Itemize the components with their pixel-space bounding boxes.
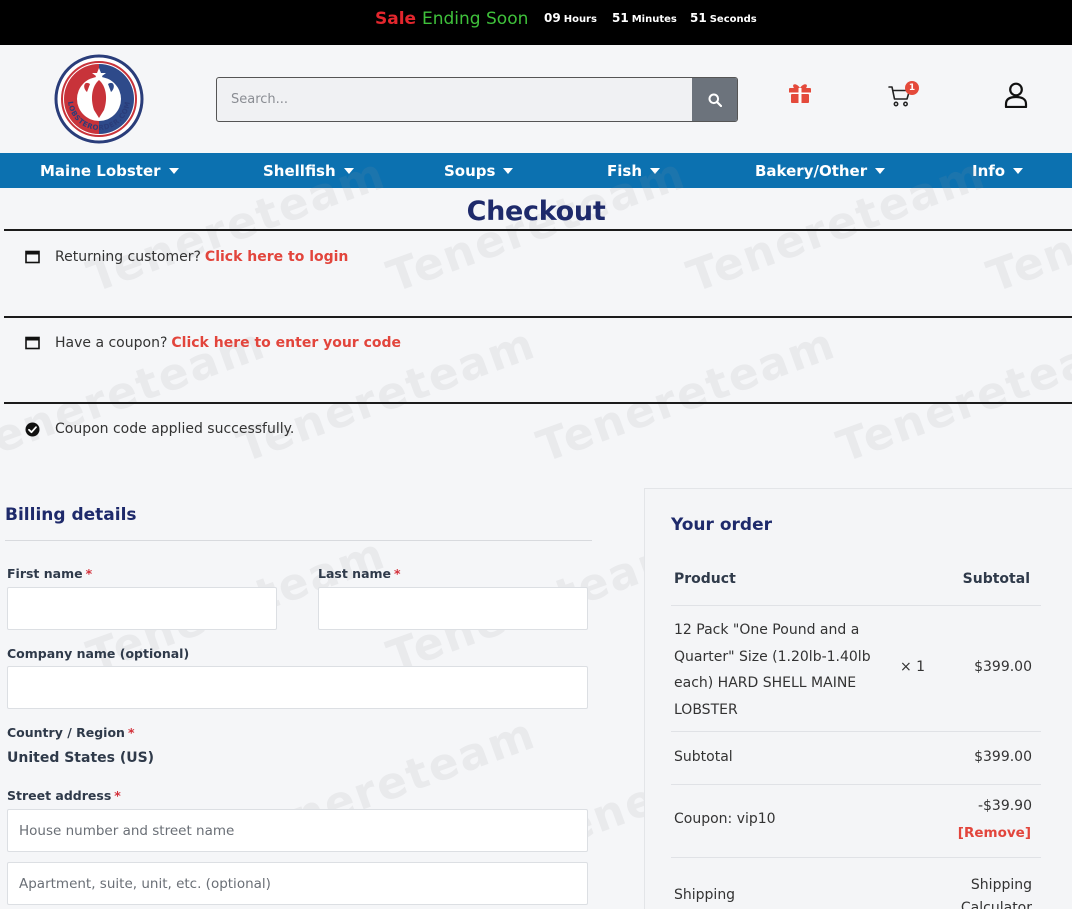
seconds-value: 51: [690, 11, 707, 25]
divider: [5, 540, 592, 541]
hours-value: 09: [544, 11, 561, 25]
search-icon: [708, 93, 722, 107]
countdown-hours: 09 Hours: [544, 11, 597, 25]
nav-item-info[interactable]: Info: [972, 153, 1024, 188]
country-label: Country / Region *: [7, 725, 135, 740]
apartment-field[interactable]: [7, 862, 588, 905]
product-column-header: Product: [674, 571, 736, 587]
coupon-discount-value: -$39.90: [977, 798, 1032, 814]
order-item-name: 12 Pack "One Pound and a Quarter" Size (…: [674, 622, 871, 718]
company-name-label: Company name (optional): [7, 646, 190, 661]
login-link[interactable]: Click here to login: [205, 249, 348, 265]
minutes-value: 51: [612, 11, 629, 25]
account-button[interactable]: [1004, 82, 1028, 112]
watermark: Tenereteam: [830, 317, 1072, 474]
site-logo[interactable]: LOBSTERORDER.COM: [54, 54, 144, 144]
gift-icon: [789, 84, 811, 103]
window-icon: [25, 336, 40, 350]
sale-word: Sale: [375, 9, 417, 29]
nav-label: Soups: [444, 161, 496, 180]
window-icon: [25, 250, 40, 264]
street-address-label: Street address *: [7, 788, 121, 803]
divider: [4, 402, 1072, 404]
nav-label: Fish: [607, 161, 642, 180]
returning-customer-notice: Returning customer? Click here to login: [25, 249, 348, 265]
minutes-label: Minutes: [631, 14, 677, 25]
coupon-question-text: Have a coupon?: [55, 335, 168, 351]
remove-coupon-link[interactable]: [Remove]: [958, 825, 1031, 841]
subtotal-label: Subtotal: [674, 749, 733, 765]
nav-label: Info: [972, 161, 1006, 180]
nav-item-shellfish[interactable]: Shellfish: [263, 153, 354, 188]
hours-label: Hours: [563, 14, 597, 25]
search-input[interactable]: [217, 78, 693, 121]
check-circle-icon: [25, 422, 40, 437]
gift-button[interactable]: [788, 82, 812, 108]
nav-item-fish[interactable]: Fish: [607, 153, 660, 188]
divider: [4, 316, 1072, 318]
nav-item-soups[interactable]: Soups: [444, 153, 514, 188]
first-name-field[interactable]: [7, 587, 277, 630]
company-name-field[interactable]: [7, 666, 588, 709]
your-order-heading: Your order: [671, 515, 772, 535]
subtotal-value: $399.00: [974, 749, 1032, 765]
required-marker: *: [114, 788, 121, 803]
coupon-success-text: Coupon code applied successfully.: [55, 421, 295, 437]
coupon-success-notice: Coupon code applied successfully.: [25, 421, 294, 437]
caret-down-icon: [343, 167, 354, 174]
nav-item-bakery-other[interactable]: Bakery/Other: [755, 153, 886, 188]
shipping-calculator-link[interactable]: Shipping Calculator: [952, 874, 1032, 909]
subtotal-column-header: Subtotal: [962, 571, 1030, 587]
order-item-price: $399.00: [974, 659, 1032, 675]
required-marker: *: [85, 566, 93, 581]
caret-down-icon: [168, 167, 179, 174]
divider: [4, 229, 1072, 231]
caret-down-icon: [875, 167, 886, 174]
search-bar: [216, 77, 738, 122]
required-marker: *: [394, 566, 401, 581]
first-name-label: First name *: [7, 566, 92, 581]
main-nav: Maine Lobster Shellfish Soups Fish Baker…: [0, 153, 1072, 188]
caret-down-icon: [1013, 167, 1024, 174]
cart-count-badge: 1: [905, 81, 919, 95]
returning-customer-text: Returning customer?: [55, 249, 201, 265]
divider: [671, 784, 1041, 785]
required-marker: *: [127, 725, 135, 740]
sale-countdown-bar: Sale Ending Soon 09 Hours 51 Minutes 51 Sec…: [0, 0, 1072, 45]
watermark: Tenereteam: [530, 317, 843, 474]
seconds-label: Seconds: [709, 14, 757, 25]
nav-label: Maine Lobster: [40, 161, 161, 180]
country-label-text: Country / Region: [7, 725, 125, 740]
first-name-label-text: First name: [7, 566, 83, 581]
ending-soon-text: Ending Soon: [422, 9, 529, 29]
country-value: United States (US): [7, 750, 155, 766]
last-name-label-text: Last name: [318, 566, 392, 581]
street-address-label-text: Street address: [7, 788, 112, 803]
search-button[interactable]: [692, 78, 737, 121]
countdown-seconds: 51 Seconds: [690, 11, 757, 25]
nav-label: Bakery/Other: [755, 161, 868, 180]
billing-details-heading: Billing details: [5, 505, 137, 525]
shipping-label: Shipping: [674, 887, 736, 903]
nav-item-maine-lobster[interactable]: Maine Lobster: [40, 153, 179, 188]
caret-down-icon: [503, 167, 514, 174]
sale-banner-text: Sale Ending Soon: [375, 9, 528, 29]
enter-coupon-link[interactable]: Click here to enter your code: [171, 335, 401, 351]
divider: [671, 731, 1041, 732]
divider: [671, 605, 1041, 606]
last-name-field[interactable]: [318, 587, 588, 630]
last-name-label: Last name *: [318, 566, 401, 581]
coupon-notice: Have a coupon? Click here to enter your …: [25, 335, 401, 351]
order-item-quantity: × 1: [900, 659, 926, 675]
user-icon: [1004, 82, 1028, 109]
countdown-minutes: 51 Minutes: [612, 11, 677, 25]
page-title: Checkout: [466, 196, 606, 227]
divider: [671, 857, 1041, 858]
caret-down-icon: [650, 167, 660, 174]
nav-label: Shellfish: [263, 161, 336, 180]
coupon-label: Coupon: vip10: [674, 811, 776, 827]
street-address-field[interactable]: [7, 809, 588, 852]
